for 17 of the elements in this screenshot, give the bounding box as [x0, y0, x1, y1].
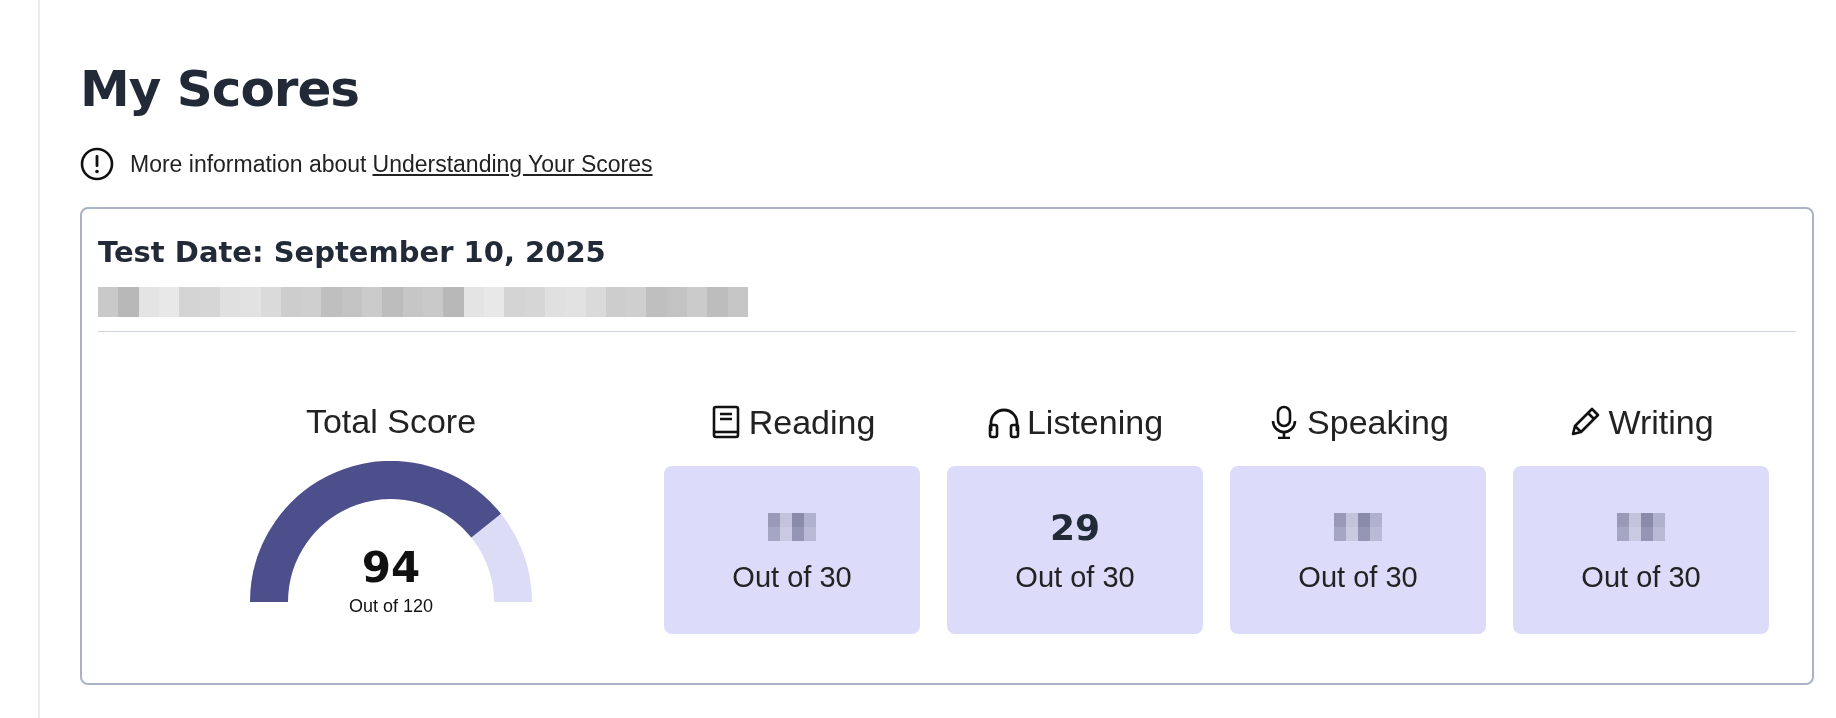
total-score-label: Total Score	[305, 402, 477, 441]
page-title: My Scores	[80, 62, 361, 117]
info-text: More information about	[130, 150, 367, 178]
total-score: 94	[360, 543, 422, 592]
section-name: Listening	[1026, 402, 1164, 442]
section-out-of: Out of 30	[1581, 560, 1701, 594]
section-name: Writing	[1608, 402, 1714, 442]
section-out-of: Out of 30	[1298, 560, 1418, 594]
section-name: Reading	[748, 402, 876, 442]
section-name: Speaking	[1307, 402, 1449, 442]
test-date: Test Date: September 10, 2025	[98, 235, 607, 269]
total-out-of: Out of 120	[347, 596, 435, 617]
scores-link[interactable]: Understanding Your Scores	[372, 150, 653, 178]
section-out-of: Out of 30	[1015, 560, 1135, 594]
info-icon	[80, 147, 114, 181]
section-score: 29	[1049, 506, 1101, 547]
section-out-of: Out of 30	[732, 560, 852, 594]
